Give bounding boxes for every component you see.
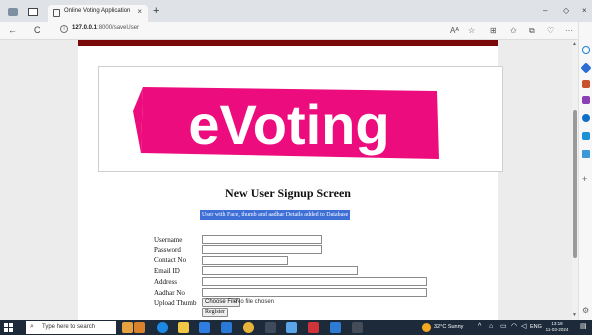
media-icon[interactable] bbox=[308, 322, 319, 333]
sidebar-add-icon[interactable]: + bbox=[582, 174, 587, 184]
split-screen-icon[interactable]: ⊞ bbox=[490, 26, 497, 35]
tab-close-icon[interactable]: × bbox=[137, 7, 142, 16]
taskbar-search-box[interactable]: ⌕ Type here to search bbox=[26, 321, 116, 334]
favorite-star-icon[interactable]: ☆ bbox=[468, 26, 475, 35]
notification-icon[interactable]: ▤ bbox=[580, 323, 587, 331]
contact-no-field[interactable] bbox=[202, 256, 288, 265]
address-bar[interactable]: i 127.0.0.1:8000/saveUser bbox=[60, 24, 460, 37]
edge-sidebar: + ⚙ bbox=[578, 22, 592, 320]
clock-date: 11-03-2024 bbox=[545, 327, 569, 332]
windows-start-icon[interactable] bbox=[4, 323, 13, 332]
username-field[interactable] bbox=[202, 235, 322, 244]
password-label: Password bbox=[154, 246, 181, 254]
file-status-text: No file chosen bbox=[236, 299, 275, 305]
register-button[interactable]: Register bbox=[202, 308, 228, 317]
choose-file-button[interactable]: Choose File bbox=[202, 298, 241, 307]
vscode-icon[interactable] bbox=[286, 322, 297, 333]
collections-icon[interactable]: ⧉ bbox=[529, 26, 535, 35]
language-indicator[interactable]: ENG bbox=[530, 324, 542, 330]
navigation-bar: ← C i 127.0.0.1:8000/saveUser Aᴬ ☆ ⊞ ✩ ⧉… bbox=[0, 22, 592, 40]
sidebar-search-icon[interactable] bbox=[582, 46, 590, 54]
page-top-bar bbox=[78, 40, 498, 46]
minimize-button[interactable]: – bbox=[543, 7, 547, 15]
logo-text: eVoting bbox=[188, 93, 389, 156]
sidebar-games-icon[interactable] bbox=[582, 96, 590, 104]
evoting-logo-banner: eVoting bbox=[98, 66, 503, 172]
store-icon[interactable] bbox=[199, 322, 210, 333]
sidebar-telegram-icon[interactable] bbox=[582, 150, 590, 158]
email-id-field[interactable] bbox=[202, 266, 358, 275]
aadhar-no-label: Aadhar No bbox=[154, 289, 185, 297]
windows-taskbar: ⌕ Type here to search 32°C Sunny ^ ⌂ ▭ ◠… bbox=[0, 320, 592, 335]
email-id-label: Email ID bbox=[154, 267, 180, 275]
aadhar-no-field[interactable] bbox=[202, 288, 427, 297]
taskbar-clock[interactable]: 13:18 11-03-2024 bbox=[542, 321, 572, 333]
weather-text[interactable]: 32°C Sunny bbox=[434, 324, 463, 330]
sidebar-office-icon[interactable] bbox=[582, 114, 590, 122]
url-text[interactable]: 127.0.0.1:8000/saveUser bbox=[72, 25, 139, 31]
edge-app-icon[interactable] bbox=[157, 322, 168, 333]
scrollbar-thumb[interactable] bbox=[573, 110, 577, 258]
web-page: eVoting New User Signup Screen User with… bbox=[78, 40, 503, 320]
cmd-icon[interactable] bbox=[352, 322, 363, 333]
username-label: Username bbox=[154, 236, 183, 244]
profile-icon[interactable] bbox=[8, 8, 18, 16]
tab-online-voting[interactable]: Online Voting Application × bbox=[48, 5, 148, 22]
close-window-button[interactable]: × bbox=[582, 7, 587, 15]
search-icon: ⌕ bbox=[30, 323, 34, 330]
password-field[interactable] bbox=[202, 245, 322, 254]
outlook-app-icon[interactable] bbox=[330, 322, 341, 333]
scroll-down-icon[interactable]: ▼ bbox=[572, 312, 577, 318]
success-message: User with Face, thumb and aadhar Details… bbox=[200, 210, 351, 220]
page-viewport: eVoting New User Signup Screen User with… bbox=[0, 40, 578, 320]
wifi-icon[interactable]: ◠ bbox=[511, 323, 517, 331]
site-info-icon[interactable]: i bbox=[60, 25, 68, 33]
task-view-icon[interactable] bbox=[134, 322, 145, 333]
favorites-icon[interactable]: ✩ bbox=[510, 26, 517, 35]
contact-no-label: Contact No bbox=[154, 256, 187, 264]
search-placeholder: Type here to search bbox=[42, 324, 96, 330]
address-label: Address bbox=[154, 278, 177, 286]
url-path: :8000/saveUser bbox=[97, 25, 140, 31]
page-favicon-icon bbox=[53, 9, 60, 17]
scroll-up-icon[interactable]: ▲ bbox=[572, 41, 577, 47]
evoting-logo: eVoting bbox=[133, 87, 439, 159]
chrome-icon[interactable] bbox=[243, 322, 254, 333]
upload-thumb-label: Upload Thumb bbox=[154, 299, 197, 307]
sidebar-tools-icon[interactable] bbox=[582, 80, 590, 88]
back-button[interactable]: ← bbox=[8, 25, 17, 35]
sidebar-settings-icon[interactable]: ⚙ bbox=[582, 306, 589, 315]
page-title: New User Signup Screen bbox=[225, 186, 351, 200]
tab-title: Online Voting Application bbox=[64, 8, 131, 14]
battery-icon[interactable]: ▭ bbox=[500, 323, 507, 331]
terminal-icon[interactable] bbox=[265, 322, 276, 333]
new-tab-button[interactable]: + bbox=[153, 6, 159, 17]
read-aloud-icon[interactable]: Aᴬ bbox=[450, 26, 459, 35]
widgets-icon[interactable] bbox=[122, 322, 133, 333]
sidebar-outlook-icon[interactable] bbox=[582, 132, 590, 140]
restore-button[interactable]: ◇ bbox=[563, 7, 569, 15]
address-field[interactable] bbox=[202, 277, 427, 286]
browser-essentials-icon[interactable]: ♡ bbox=[547, 26, 554, 35]
sidebar-discover-icon[interactable] bbox=[580, 62, 592, 74]
mail-icon[interactable] bbox=[221, 322, 232, 333]
url-host: 127.0.0.1 bbox=[72, 25, 98, 31]
tab-strip: Online Voting Application × + – ◇ × bbox=[0, 0, 592, 22]
workspaces-icon[interactable] bbox=[28, 8, 38, 16]
network-icon[interactable]: ⌂ bbox=[489, 323, 493, 331]
tray-chevron-icon[interactable]: ^ bbox=[478, 323, 481, 331]
more-icon[interactable]: ··· bbox=[565, 26, 573, 35]
volume-icon[interactable]: ◁ bbox=[521, 323, 526, 331]
weather-sun-icon[interactable] bbox=[422, 323, 431, 332]
file-explorer-icon[interactable] bbox=[178, 322, 189, 333]
refresh-button[interactable]: C bbox=[34, 25, 41, 35]
